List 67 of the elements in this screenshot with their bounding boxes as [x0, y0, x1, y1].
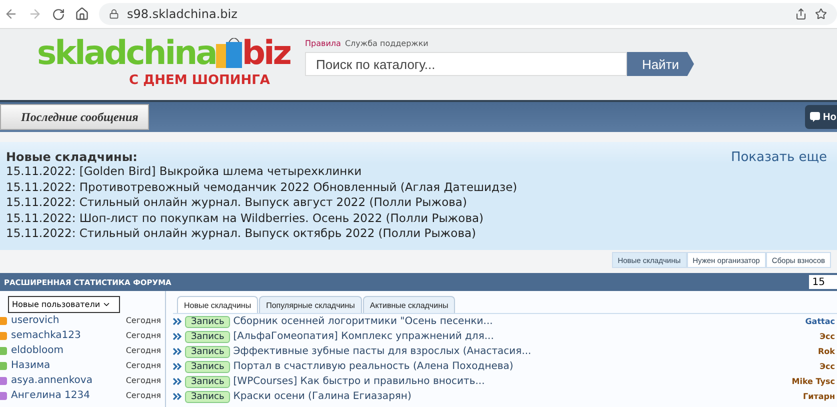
author-link[interactable]: Mike Tysc: [792, 377, 835, 386]
user-link[interactable]: userovich: [11, 315, 126, 326]
author-link[interactable]: Rok: [818, 347, 835, 356]
thread-link[interactable]: [АльфаГомеопатия] Комплекс упражнений для...: [233, 331, 817, 342]
join-date: Сегодня: [126, 346, 161, 355]
address-bar[interactable]: s98.skladchina.biz: [99, 3, 837, 25]
logo[interactable]: skladchina biz: [36, 33, 290, 73]
thread-prefix: Запись: [185, 346, 230, 358]
double-chevron-icon: [173, 363, 182, 370]
user-link[interactable]: semachka123: [11, 330, 126, 341]
notifications-button[interactable]: Но: [805, 105, 837, 129]
author-link[interactable]: Gattac: [805, 317, 835, 326]
join-date: Сегодня: [126, 376, 161, 385]
back-icon[interactable]: [4, 7, 18, 21]
thread-link[interactable]: [WPCourses] Как быстро и правильно вносить...: [233, 376, 789, 387]
thread-prefix: Запись: [185, 360, 230, 372]
double-chevron-icon: [173, 318, 182, 325]
home-icon[interactable]: [75, 7, 89, 21]
thread-prefix: Запись: [185, 330, 230, 342]
reload-icon[interactable]: [52, 8, 65, 20]
search-button[interactable]: Найти: [627, 52, 694, 76]
chevron-down-icon: [102, 300, 112, 309]
thread-prefix: Запись: [185, 376, 230, 388]
user-link[interactable]: asya.annenkova: [11, 375, 126, 386]
lock-icon: [109, 9, 119, 19]
thread-link[interactable]: Краски осени (Галина Егиазарян): [233, 391, 800, 402]
star-icon[interactable]: [815, 8, 827, 20]
join-date: Сегодня: [126, 361, 161, 370]
shopping-bags-icon: [216, 38, 242, 68]
double-chevron-icon: [173, 378, 182, 385]
stats-tab[interactable]: Новые складчины: [177, 296, 258, 313]
join-date: Сегодня: [126, 316, 161, 325]
show-more-link[interactable]: Показать еще: [730, 150, 827, 242]
double-chevron-icon: [173, 348, 182, 355]
thread-link[interactable]: Портал в счастливую реальность (Алена Походнева): [233, 361, 817, 372]
share-icon[interactable]: [795, 8, 807, 20]
user-link[interactable]: Ангелина 1234: [11, 390, 126, 401]
join-date: Сегодня: [126, 391, 161, 400]
author-link[interactable]: Гитарн: [803, 392, 835, 401]
stats-tab[interactable]: Активные складчины: [362, 296, 456, 313]
news-link[interactable]: 15.11.2022: Стильный онлайн журнал. Выпуск август 2022 (Полли Рыжова): [6, 195, 518, 210]
thread-prefix: Запись: [185, 390, 230, 402]
news-title: Новые складчины:: [6, 150, 138, 164]
thread-link[interactable]: Эффективные зубные пасты для взрослых (Анастасия...: [233, 346, 816, 357]
author-link[interactable]: Эсс: [820, 362, 835, 371]
search-field[interactable]: Поиск по каталогу...: [305, 52, 627, 76]
news-link[interactable]: 15.11.2022: [Golden Bird] Выкройка шлема четырехклинки: [6, 164, 518, 180]
thread-link[interactable]: Сборник осенней логоритмики "Осень песенки...: [233, 316, 802, 327]
nav-button[interactable]: Последние сообщения: [0, 104, 150, 130]
user-link[interactable]: eldobloom: [11, 345, 126, 356]
user-link[interactable]: Назима: [11, 360, 126, 371]
stats-tab[interactable]: Популярные складчины: [259, 296, 362, 313]
logo-slogan: С ДНЕМ ШОПИНГА: [129, 73, 270, 88]
thread-prefix: Запись: [185, 316, 230, 328]
news-link[interactable]: 15.11.2022: Противотревожный чемоданчик 2022 Обновленный (Аглая Датешидзе): [6, 180, 518, 195]
header-link[interactable]: Служба поддержки: [344, 39, 428, 48]
double-chevron-icon: [173, 333, 182, 340]
news-link[interactable]: 15.11.2022: Стильный онлайн журнал. Выпуск октябрь 2022 (Полли Рыжова): [6, 226, 518, 242]
users-select[interactable]: Новые пользователи: [8, 296, 120, 313]
news-link[interactable]: 15.11.2022: Шоп-лист по покупкам на Wildberries. Осень 2022 (Полли Рыжова): [6, 210, 518, 226]
author-link[interactable]: Эсс: [820, 332, 835, 341]
chat-icon: [810, 112, 820, 122]
count-select[interactable]: 15: [809, 275, 837, 289]
join-date: Сегодня: [126, 331, 161, 340]
double-chevron-icon: [173, 393, 182, 400]
header-link[interactable]: Правила: [305, 39, 341, 48]
url-text: s98.skladchina.biz: [127, 7, 238, 21]
